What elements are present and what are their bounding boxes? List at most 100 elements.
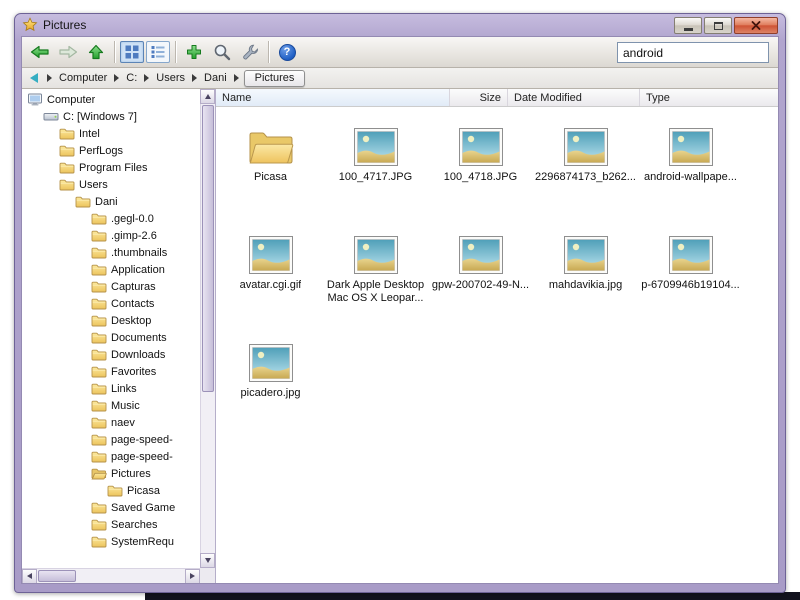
back-icon <box>30 45 49 59</box>
tree-hscroll-thumb[interactable] <box>38 570 76 582</box>
tree-item-users[interactable]: Users <box>22 176 200 193</box>
up-icon <box>88 44 104 60</box>
breadcrumb-bar: Computer C: Users Dani Pictures <box>22 68 778 89</box>
breadcrumb-separator-icon <box>144 74 150 82</box>
titlebar[interactable]: Pictures <box>15 14 785 36</box>
tree-item-label: Searches <box>111 518 158 531</box>
image-thumbnail-icon <box>458 116 503 166</box>
folder-icon <box>91 365 108 378</box>
column-header-size[interactable]: Size <box>450 89 508 106</box>
file-item-picasa[interactable]: Picasa <box>218 114 323 222</box>
folder-icon <box>91 348 108 361</box>
breadcrumb-item-dani[interactable]: Dani <box>202 71 229 85</box>
file-item-100-4717-jpg[interactable]: 100_4717.JPG <box>323 114 428 222</box>
file-name: picadero.jpg <box>240 387 301 399</box>
file-item-gpw-200702-49-n[interactable]: gpw-200702-49-N... <box>428 222 533 330</box>
tree-item-page-speed[interactable]: page-speed- <box>22 431 200 448</box>
tree-item-capturas[interactable]: Capturas <box>22 278 200 295</box>
tree-item-gimp-2-6[interactable]: .gimp-2.6 <box>22 227 200 244</box>
window-star-icon <box>22 17 38 33</box>
column-headers: Name Size Date Modified Type <box>216 89 778 107</box>
file-item-avatar-cgi-gif[interactable]: avatar.cgi.gif <box>218 222 323 330</box>
plus-icon <box>187 45 201 59</box>
minimize-button[interactable] <box>674 17 702 34</box>
tree-hscroll-left-button[interactable] <box>22 568 37 583</box>
file-item-p-6709946b19104[interactable]: p-6709946b19104... <box>638 222 743 330</box>
close-icon <box>751 20 761 30</box>
file-name: avatar.cgi.gif <box>239 279 302 291</box>
toolbar-separator <box>268 41 269 63</box>
file-manager-window: Pictures ? android Computer C: Users Dan… <box>14 13 786 593</box>
breadcrumb-item-c[interactable]: C: <box>124 71 139 85</box>
tree-item-documents[interactable]: Documents <box>22 329 200 346</box>
tree-item-thumbnails[interactable]: .thumbnails <box>22 244 200 261</box>
folder-icon <box>91 229 108 242</box>
file-list-panel: Name Size Date Modified Type Picasa 100_4… <box>216 89 778 583</box>
folder-icon <box>91 314 108 327</box>
tools-button[interactable] <box>236 39 264 65</box>
tree-item-c-windows-7[interactable]: C: [Windows 7] <box>22 108 200 125</box>
search-input[interactable] <box>617 42 769 63</box>
tree-item-label: Program Files <box>79 161 148 174</box>
forward-button[interactable] <box>54 39 82 65</box>
tree-item-gegl-0-0[interactable]: .gegl-0.0 <box>22 210 200 227</box>
tree-horizontal-scrollbar[interactable] <box>22 568 200 583</box>
tree-item-searches[interactable]: Searches <box>22 516 200 533</box>
close-button[interactable] <box>734 17 778 34</box>
column-header-type[interactable]: Type <box>640 89 778 106</box>
tree-item-page-speed[interactable]: page-speed- <box>22 448 200 465</box>
tree-item-program-files[interactable]: Program Files <box>22 159 200 176</box>
image-thumbnail-icon <box>353 224 398 274</box>
tree-item-desktop[interactable]: Desktop <box>22 312 200 329</box>
icon-view-button[interactable] <box>120 41 144 63</box>
tree-item-links[interactable]: Links <box>22 380 200 397</box>
details-view-button[interactable] <box>146 41 170 63</box>
file-item-100-4718-jpg[interactable]: 100_4718.JPG <box>428 114 533 222</box>
tree-item-saved-game[interactable]: Saved Game <box>22 499 200 516</box>
tree-vscroll-up-button[interactable] <box>200 89 215 104</box>
file-name: android-wallpape... <box>644 171 737 183</box>
folder-icon <box>59 144 76 157</box>
tree-item-naev[interactable]: naev <box>22 414 200 431</box>
search-button[interactable] <box>208 39 236 65</box>
breadcrumb-back-icon[interactable] <box>30 73 38 83</box>
tree-item-intel[interactable]: Intel <box>22 125 200 142</box>
help-button[interactable]: ? <box>273 39 301 65</box>
tree-vscroll-down-button[interactable] <box>200 553 215 568</box>
tree-item-systemrequ[interactable]: SystemRequ <box>22 533 200 550</box>
file-item-mahdavikia-jpg[interactable]: mahdavikia.jpg <box>533 222 638 330</box>
tree-vscroll-thumb[interactable] <box>202 105 214 393</box>
back-button[interactable] <box>26 39 54 65</box>
folder-icon <box>59 161 76 174</box>
tree-item-label: PerfLogs <box>79 144 124 157</box>
maximize-button[interactable] <box>704 17 732 34</box>
tree-item-contacts[interactable]: Contacts <box>22 295 200 312</box>
breadcrumb-item-current[interactable]: Pictures <box>243 69 306 87</box>
column-header-date-modified[interactable]: Date Modified <box>508 89 640 106</box>
tree-item-label: Contacts <box>111 297 155 310</box>
column-header-name[interactable]: Name <box>216 89 450 106</box>
up-button[interactable] <box>82 39 110 65</box>
tree-item-dani[interactable]: Dani <box>22 193 200 210</box>
tree-hscroll-right-button[interactable] <box>185 568 200 583</box>
toolbar-separator <box>114 41 115 63</box>
image-thumbnail-icon <box>353 116 398 166</box>
tree-item-downloads[interactable]: Downloads <box>22 346 200 363</box>
file-item-android-wallpape[interactable]: android-wallpape... <box>638 114 743 222</box>
file-item-2296874173-b262[interactable]: 2296874173_b262... <box>533 114 638 222</box>
tree-vertical-scrollbar[interactable] <box>200 89 215 568</box>
breadcrumb-item-computer[interactable]: Computer <box>57 71 109 85</box>
tree-item-application[interactable]: Application <box>22 261 200 278</box>
tree-item-pictures[interactable]: Pictures <box>22 465 200 482</box>
help-icon: ? <box>278 43 296 61</box>
breadcrumb-item-users[interactable]: Users <box>154 71 187 85</box>
folder-icon <box>91 331 108 344</box>
file-item-picadero-jpg[interactable]: picadero.jpg <box>218 330 323 438</box>
file-item-dark-apple-desktop-mac-os-x-leopar[interactable]: Dark Apple Desktop Mac OS X Leopar... <box>323 222 428 330</box>
tree-item-music[interactable]: Music <box>22 397 200 414</box>
tree-item-favorites[interactable]: Favorites <box>22 363 200 380</box>
add-bookmark-button[interactable] <box>180 39 208 65</box>
tree-item-picasa[interactable]: Picasa <box>22 482 200 499</box>
tree-item-computer[interactable]: Computer <box>22 91 200 108</box>
tree-item-perflogs[interactable]: PerfLogs <box>22 142 200 159</box>
